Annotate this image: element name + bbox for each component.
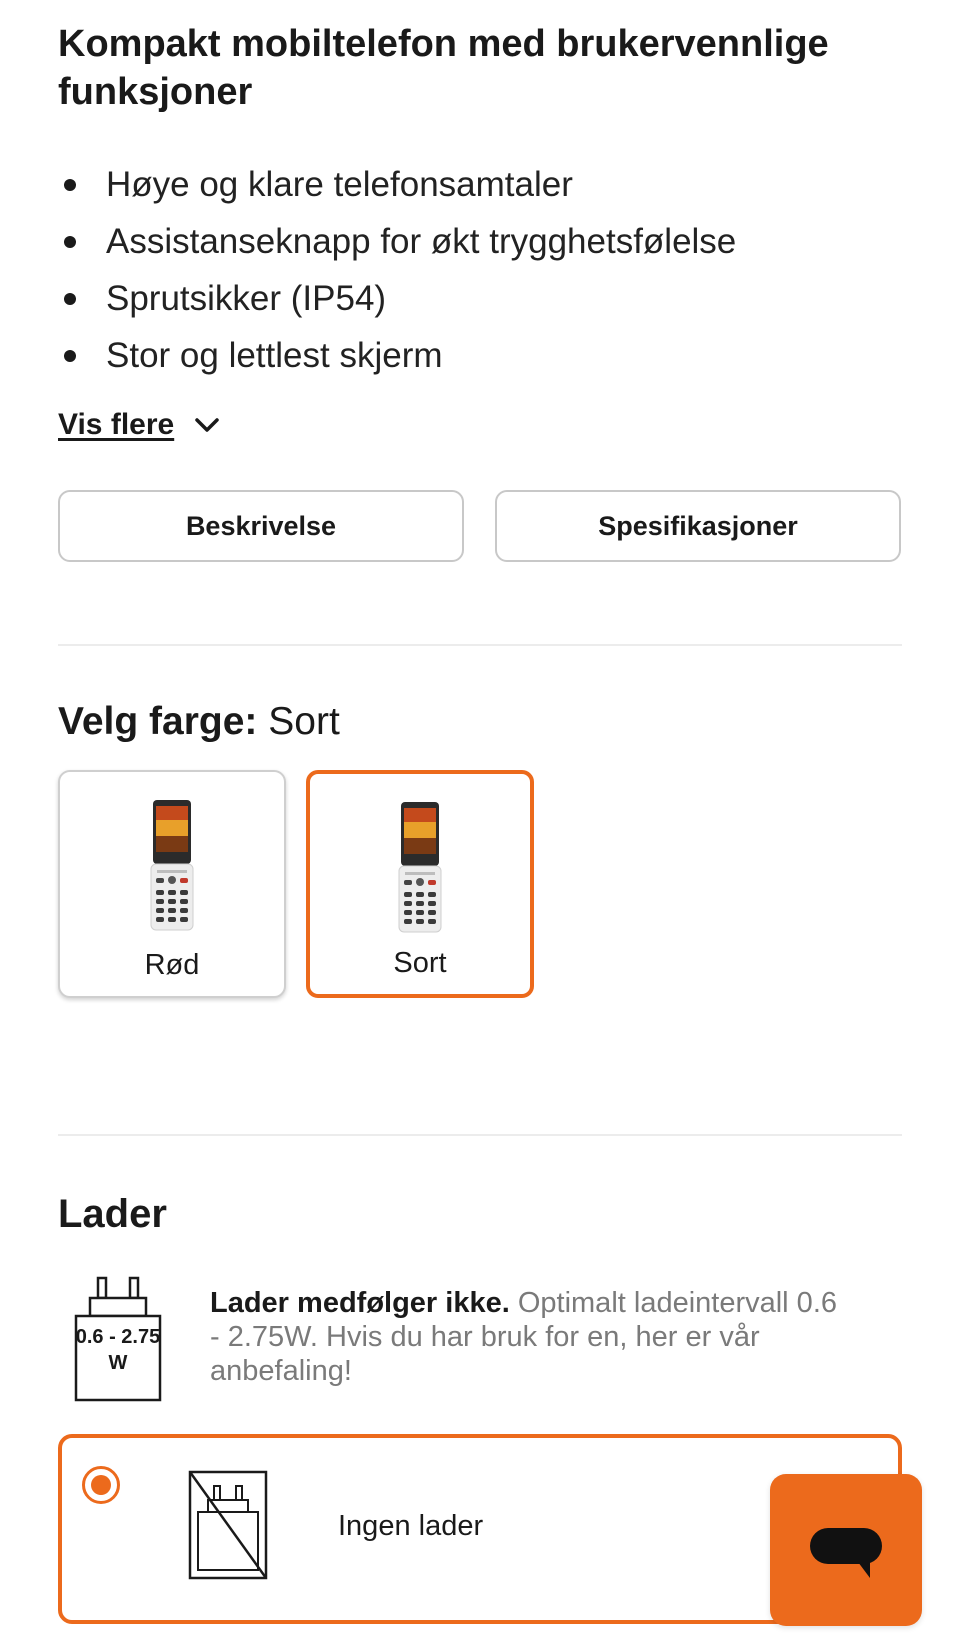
feature-item: Assistanseknapp for økt trygghetsfølelse [58, 213, 736, 270]
bullet-icon [64, 236, 76, 248]
radio-button[interactable] [82, 1466, 120, 1504]
radio-selected-dot [91, 1475, 111, 1495]
feature-item: Sprutsikker (IP54) [58, 270, 736, 327]
chat-bubble-icon [810, 1528, 882, 1578]
charger-info-bold: Lader medfølger ikke. [210, 1287, 510, 1319]
color-picker-label: Velg farge: [58, 700, 258, 743]
phone-image [150, 800, 194, 931]
show-more-link[interactable]: Vis flere [58, 408, 220, 442]
color-option-red[interactable]: Rød [58, 770, 286, 998]
color-option-black[interactable]: Sort [306, 770, 534, 998]
feature-text: Høye og klare telefonsamtaler [106, 165, 573, 204]
divider [58, 644, 902, 646]
feature-text: Assistanseknapp for økt trygghetsfølelse [106, 222, 737, 261]
charger-option-label: Ingen lader [338, 1510, 484, 1542]
charger-info: Lader medfølger ikke. Optimalt ladeinter… [210, 1286, 850, 1388]
charger-wattage-text: 0.6 - 2.75 W [75, 1326, 161, 1374]
product-title: Kompakt mobiltelefon med brukervennlige … [58, 23, 829, 113]
feature-item: Stor og lettlest skjerm [58, 327, 736, 384]
feature-text: Stor og lettlest skjerm [106, 336, 443, 375]
selected-color-value: Sort [268, 700, 340, 743]
bullet-icon [64, 293, 76, 305]
feature-list: Høye og klare telefonsamtaler Assistanse… [58, 156, 736, 384]
bullet-icon [64, 350, 76, 362]
bullet-icon [64, 179, 76, 191]
charger-wattage-icon: 0.6 - 2.75 W [74, 1276, 166, 1409]
no-charger-icon [188, 1470, 268, 1580]
chevron-down-icon [195, 418, 219, 432]
divider [58, 1134, 902, 1136]
show-more-label: Vis flere [58, 408, 175, 441]
feature-item: Høye og klare telefonsamtaler [58, 156, 736, 213]
color-option-label: Rød [144, 949, 200, 981]
description-button[interactable]: Beskrivelse [58, 490, 464, 562]
phone-image [398, 802, 442, 933]
charger-heading: Lader [58, 1192, 167, 1236]
color-picker-heading: Velg farge: Sort [58, 700, 340, 744]
specifications-button[interactable]: Spesifikasjoner [495, 490, 901, 562]
color-option-label: Sort [393, 947, 447, 979]
chat-button[interactable] [770, 1474, 922, 1626]
feature-text: Sprutsikker (IP54) [106, 279, 387, 318]
